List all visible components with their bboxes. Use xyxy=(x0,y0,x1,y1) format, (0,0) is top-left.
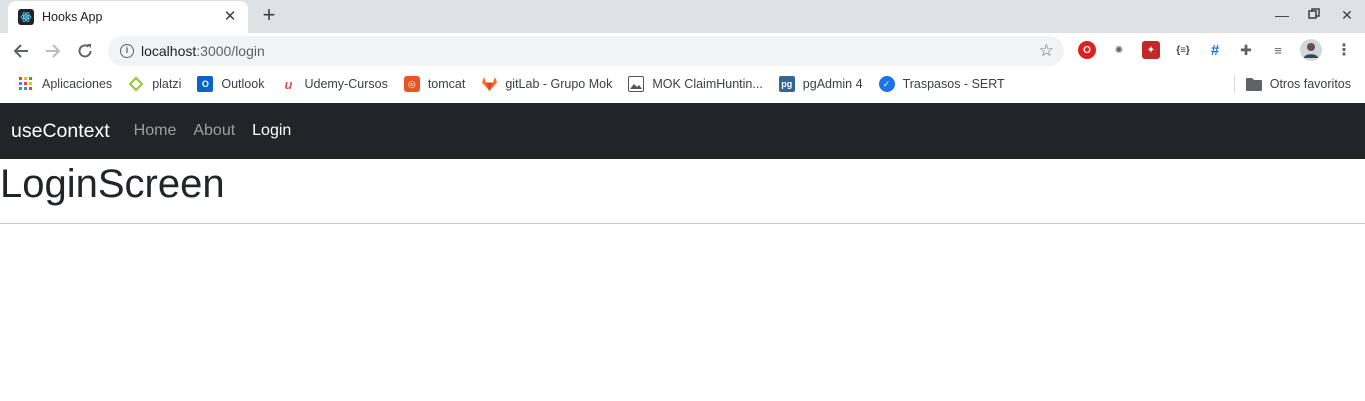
browser-toolbar: i localhost:3000/login ☆ O ✺ ✦ {≡} # ✚ ≡… xyxy=(0,33,1365,69)
ubuntu-icon: ◎ xyxy=(403,76,420,92)
navbar-brand[interactable]: useContext xyxy=(11,120,110,143)
react-icon xyxy=(18,9,34,25)
bookmark-label: Traspasos - SERT xyxy=(902,77,1005,91)
info-icon[interactable]: i xyxy=(120,44,134,58)
udemy-icon: u xyxy=(284,76,293,92)
json-formatter-icon[interactable]: {≡} xyxy=(1173,41,1193,59)
reload-icon[interactable] xyxy=(73,39,97,63)
page-title: LoginScreen xyxy=(0,162,225,206)
nav-link-home[interactable]: Home xyxy=(134,122,177,140)
bookmark-star-icon[interactable]: ☆ xyxy=(1039,41,1054,61)
tab-title: Hooks App xyxy=(42,10,103,24)
address-bar[interactable]: i localhost:3000/login ☆ xyxy=(108,36,1064,66)
bookmark-label: pgAdmin 4 xyxy=(802,77,863,91)
bookmark-label: Aplicaciones xyxy=(42,77,113,91)
outlook-icon: O xyxy=(197,76,214,92)
bug-icon[interactable]: ✺ xyxy=(1110,41,1128,59)
forward-arrow-icon[interactable] xyxy=(41,39,65,63)
horizontal-rule xyxy=(0,223,1365,224)
bookmark-mok-claimhunting[interactable]: MOK ClaimHuntin... xyxy=(622,71,768,97)
bookmark-label: gitLab - Grupo Mok xyxy=(505,77,613,91)
url-path: :3000/login xyxy=(196,43,265,59)
bookmark-pgadmin[interactable]: pg pgAdmin 4 xyxy=(773,71,869,97)
app-navbar: useContext Home About Login xyxy=(0,103,1365,159)
extension-red-icon[interactable]: ✦ xyxy=(1142,41,1160,59)
puzzle-icon[interactable]: ✚ xyxy=(1237,41,1255,59)
folder-icon xyxy=(1245,77,1262,91)
bookmark-platzi[interactable]: platzi xyxy=(122,71,187,97)
platzi-icon xyxy=(128,76,144,92)
bookmarks-divider xyxy=(1234,75,1235,93)
close-icon[interactable]: ✕ xyxy=(222,9,238,25)
bookmark-label: platzi xyxy=(152,77,182,91)
bookmark-label: Outlook xyxy=(221,77,265,91)
nav-link-login[interactable]: Login xyxy=(252,122,291,140)
bookmarks-bar: Aplicaciones platzi O Outlook u Udemy-Cu… xyxy=(0,69,1365,99)
bookmark-label: Udemy-Cursos xyxy=(304,77,388,91)
back-arrow-icon[interactable] xyxy=(9,39,33,63)
bookmark-udemy[interactable]: u Udemy-Cursos xyxy=(274,71,393,97)
browser-tab[interactable]: Hooks App ✕ xyxy=(8,1,248,33)
tab-strip: Hooks App ✕ + — ✕ xyxy=(0,0,1365,33)
bookmark-aplicaciones[interactable]: Aplicaciones xyxy=(12,71,118,97)
bookmark-label: tomcat xyxy=(427,77,466,91)
check-badge-icon: ✓ xyxy=(878,76,895,92)
menu-dots-icon[interactable]: ⋮ xyxy=(1335,41,1353,59)
media-queue-icon[interactable]: ≡ xyxy=(1269,41,1287,59)
restore-icon[interactable] xyxy=(1303,4,1325,26)
bookmark-traspasos[interactable]: ✓ Traspasos - SERT xyxy=(873,71,1011,97)
window-close-icon[interactable]: ✕ xyxy=(1336,4,1358,26)
bookmark-tomcat[interactable]: ◎ tomcat xyxy=(398,71,472,97)
url-host: localhost xyxy=(141,43,197,59)
grid-extension-icon[interactable]: # xyxy=(1206,41,1224,59)
image-icon xyxy=(628,76,645,92)
avatar[interactable] xyxy=(1300,39,1322,61)
opera-adblock-icon[interactable]: O xyxy=(1078,41,1096,59)
bookmark-outlook[interactable]: O Outlook xyxy=(191,71,270,97)
gitlab-icon xyxy=(481,76,497,92)
bookmark-other-folder[interactable]: Otros favoritos xyxy=(1245,71,1351,97)
bookmark-label: Otros favoritos xyxy=(1269,77,1351,91)
apps-grid-icon xyxy=(18,76,34,92)
bookmark-label: MOK ClaimHuntin... xyxy=(652,77,763,91)
nav-link-about[interactable]: About xyxy=(193,122,235,140)
pgadmin-icon: pg xyxy=(778,76,795,92)
bookmark-gitlab[interactable]: gitLab - Grupo Mok xyxy=(475,71,618,97)
new-tab-icon[interactable]: + xyxy=(258,4,280,27)
minimize-icon[interactable]: — xyxy=(1271,4,1293,26)
